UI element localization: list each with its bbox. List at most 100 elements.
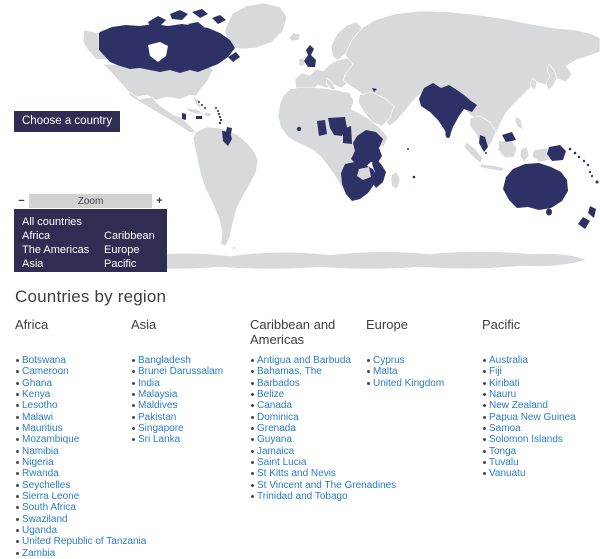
country-link-united-republic-of-tanzania[interactable]: United Republic of Tanzania <box>22 536 146 547</box>
map-antilles <box>215 107 217 109</box>
map-ireland <box>298 57 306 67</box>
country-link-kiribati[interactable]: Kiribati <box>489 378 520 389</box>
country-link-rwanda[interactable]: Rwanda <box>22 468 59 479</box>
country-link-namibia[interactable]: Namibia <box>22 446 59 457</box>
country-link-mauritius[interactable]: Mauritius <box>22 423 63 434</box>
country-link-jamaica[interactable]: Jamaica <box>257 446 294 457</box>
country-link-cameroon[interactable]: Cameroon <box>22 366 69 377</box>
map-greenland <box>224 2 288 50</box>
map-solomon-islands <box>582 159 586 163</box>
country-list-item: Maldives <box>132 400 246 411</box>
country-link-solomon-islands[interactable]: Solomon Islands <box>489 434 563 445</box>
region-filter-all-countries[interactable]: All countries <box>22 215 159 229</box>
country-link-vanuatu[interactable]: Vanuatu <box>489 468 526 479</box>
country-link-nigeria[interactable]: Nigeria <box>22 457 54 468</box>
country-list-item: Sri Lanka <box>132 434 246 445</box>
country-link-papua-new-guinea[interactable]: Papua New Guinea <box>489 412 576 423</box>
region-column-heading: Africa <box>15 317 49 332</box>
country-link-nauru[interactable]: Nauru <box>489 389 516 400</box>
country-link-pakistan[interactable]: Pakistan <box>138 412 176 423</box>
zoom-in-button[interactable]: + <box>152 194 167 208</box>
country-link-sierra-leone[interactable]: Sierra Leone <box>22 491 79 502</box>
map-singapore <box>485 152 487 154</box>
map-solomon-islands <box>586 163 590 167</box>
country-list-item: Trinidad and Tobago <box>251 491 362 502</box>
country-link-belize[interactable]: Belize <box>257 389 284 400</box>
commonwealth-world-map: Choose a country − Zoom + All countries … <box>0 0 600 281</box>
country-link-samoa[interactable]: Samoa <box>489 423 521 434</box>
map-sierra-leone <box>296 126 302 132</box>
country-list-item: Guyana <box>251 434 362 445</box>
country-link-fiji[interactable]: Fiji <box>489 366 502 377</box>
zoom-label: Zoom <box>77 195 104 207</box>
country-list-item: Jamaica <box>251 446 362 457</box>
choose-country-button[interactable]: Choose a country <box>14 111 120 132</box>
region-column-europe: Europe Cyprus Malta United Kingdom <box>366 313 482 559</box>
region-filter-the-americas[interactable]: The Americas <box>22 243 104 257</box>
country-link-dominica[interactable]: Dominica <box>257 412 299 423</box>
map-new-zealand-north <box>588 206 596 218</box>
country-link-guyana[interactable]: Guyana <box>257 434 292 445</box>
country-link-maldives[interactable]: Maldives <box>138 400 177 411</box>
country-list-item: Zambia <box>16 548 127 559</box>
country-link-malta[interactable]: Malta <box>373 366 397 377</box>
country-link-new-zealand[interactable]: New Zealand <box>489 400 548 411</box>
country-link-uganda[interactable]: Uganda <box>22 525 57 536</box>
country-list-item: Kenya <box>16 389 127 400</box>
country-link-canada[interactable]: Canada <box>257 400 292 411</box>
country-link-st-vincent-and-the-grenadines[interactable]: St Vincent and The Grenadines <box>257 480 396 491</box>
country-link-australia[interactable]: Australia <box>489 355 528 366</box>
country-list-item: Tuvalu <box>483 457 588 468</box>
country-list-item: Swaziland <box>16 514 127 525</box>
country-link-botswana[interactable]: Botswana <box>22 355 66 366</box>
country-link-saint-lucia[interactable]: Saint Lucia <box>257 457 306 468</box>
country-link-cyprus[interactable]: Cyprus <box>373 355 405 366</box>
country-link-brunei-darussalam[interactable]: Brunei Darussalam <box>138 366 223 377</box>
map-java <box>479 163 505 172</box>
region-filter-grid: Africa Caribbean The Americas Europe Asia Pac… <box>22 229 159 271</box>
country-link-tonga[interactable]: Tonga <box>489 446 516 457</box>
map-antilles <box>217 110 219 112</box>
region-filter-europe[interactable]: Europe <box>104 243 159 257</box>
country-link-malaysia[interactable]: Malaysia <box>138 389 177 400</box>
country-link-lesotho[interactable]: Lesotho <box>22 400 58 411</box>
region-columns: Africa Botswana Cameroon Ghana Kenya Lesotho M… <box>15 313 600 559</box>
countries-by-region-section: Countries by region Africa Botswana Camero… <box>0 281 600 559</box>
region-filter-africa[interactable]: Africa <box>22 229 104 243</box>
map-vanuatu <box>590 174 594 178</box>
country-link-singapore[interactable]: Singapore <box>138 423 184 434</box>
country-link-ghana[interactable]: Ghana <box>22 378 52 389</box>
country-link-bangladesh[interactable]: Bangladesh <box>138 355 191 366</box>
country-link-south-africa[interactable]: South Africa <box>22 502 76 513</box>
region-filter-caribbean[interactable]: Caribbean <box>104 229 159 243</box>
country-link-india[interactable]: India <box>138 378 160 389</box>
region-column-heading: Europe <box>366 317 408 332</box>
country-link-st-kitts-and-nevis[interactable]: St Kitts and Nevis <box>257 468 336 479</box>
country-list-item: Canada <box>251 400 362 411</box>
region-filter-pacific[interactable]: Pacific <box>104 257 159 271</box>
country-list-item: United Republic of Tanzania <box>16 536 146 547</box>
country-link-kenya[interactable]: Kenya <box>22 389 50 400</box>
country-link-antigua-and-barbuda[interactable]: Antigua and Barbuda <box>257 355 351 366</box>
country-link-trinidad-and-tobago[interactable]: Trinidad and Tobago <box>257 491 348 502</box>
map-vanuatu <box>588 170 592 174</box>
country-list-item: Vanuatu <box>483 468 588 479</box>
map-philippines <box>514 115 524 131</box>
country-link-barbados[interactable]: Barbados <box>257 378 300 389</box>
country-list-item: Australia <box>483 355 588 366</box>
country-link-seychelles[interactable]: Seychelles <box>22 480 70 491</box>
country-link-malawi[interactable]: Malawi <box>22 412 53 423</box>
country-list-item: Uganda <box>16 525 127 536</box>
country-link-united-kingdom[interactable]: United Kingdom <box>373 378 444 389</box>
country-link-swaziland[interactable]: Swaziland <box>22 514 68 525</box>
region-filter-asia[interactable]: Asia <box>22 257 104 271</box>
country-list-item: Fiji <box>483 366 588 377</box>
country-link-bahamas-the[interactable]: Bahamas, The <box>257 366 322 377</box>
country-link-sri-lanka[interactable]: Sri Lanka <box>138 434 180 445</box>
country-list-item: Rwanda <box>16 468 127 479</box>
country-link-tuvalu[interactable]: Tuvalu <box>489 457 519 468</box>
zoom-out-button[interactable]: − <box>14 194 29 208</box>
country-link-mozambique[interactable]: Mozambique <box>22 434 79 445</box>
country-list-item: St Kitts and Nevis <box>251 468 362 479</box>
country-link-grenada[interactable]: Grenada <box>257 423 296 434</box>
